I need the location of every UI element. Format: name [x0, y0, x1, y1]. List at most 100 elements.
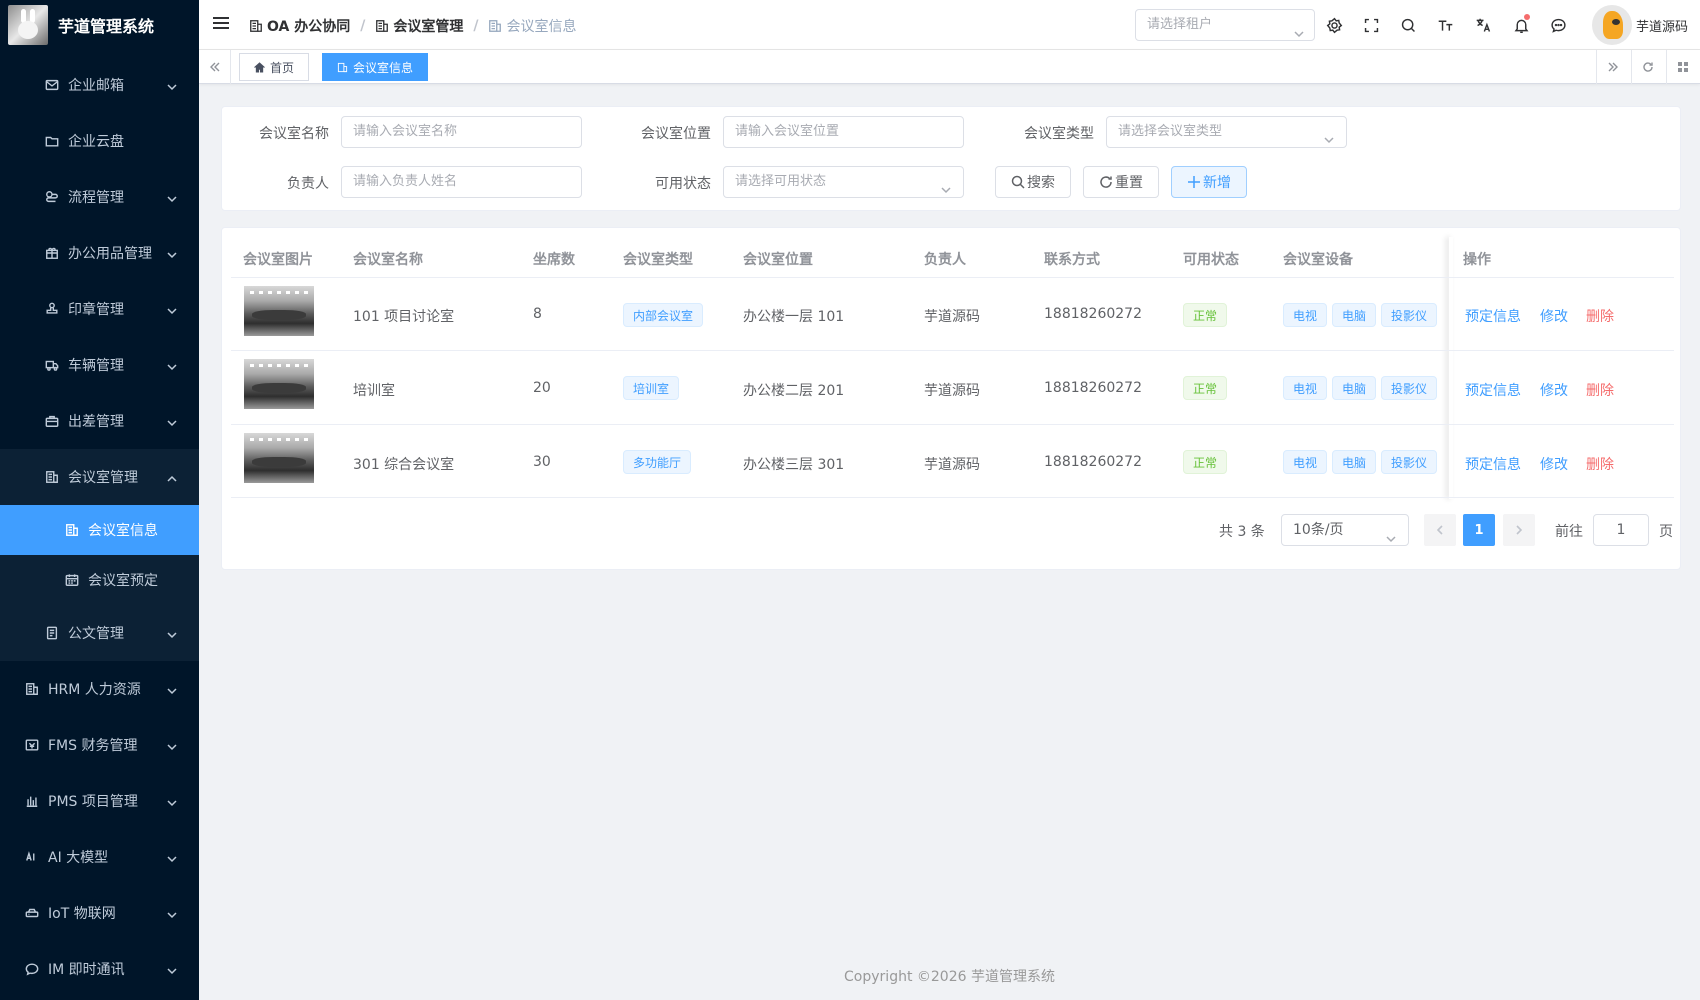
sidebar-item-13[interactable]: PMS 项目管理 — [0, 773, 199, 829]
sidebar-item-16[interactable]: IM 即时通讯 — [0, 941, 199, 997]
header-type: 会议室类型 — [623, 252, 693, 268]
page-size-select[interactable]: 10条/页 — [1281, 514, 1409, 546]
sidebar-item-7[interactable]: 会议室管理 — [0, 449, 199, 505]
meeting-room-image[interactable] — [244, 286, 314, 336]
reserve-info-link[interactable]: 预定信息 — [1465, 380, 1521, 400]
bell-icon[interactable] — [1511, 14, 1531, 35]
translate-icon[interactable] — [1473, 15, 1493, 35]
search-button[interactable]: 搜索 — [995, 166, 1071, 198]
finance-icon — [24, 737, 40, 753]
chat-icon[interactable] — [1548, 15, 1568, 35]
chevron-down-icon — [1324, 127, 1334, 144]
document-icon — [44, 625, 60, 641]
tab-label: 会议室信息 — [353, 60, 414, 75]
delete-link[interactable]: 删除 — [1586, 306, 1614, 326]
chevron-down-icon — [941, 177, 951, 194]
plus-icon — [1188, 176, 1200, 188]
sidebar-item-8[interactable]: 会议室信息 — [0, 505, 199, 555]
device-tag: 电脑 — [1332, 303, 1377, 327]
font-size-icon[interactable] — [1435, 15, 1455, 35]
chevron-down-icon — [167, 360, 177, 371]
avatar[interactable] — [1592, 5, 1632, 45]
breadcrumb-item-oa[interactable]: OA 办公协同 — [249, 16, 350, 36]
search-icon[interactable] — [1398, 15, 1418, 35]
tenant-placeholder: 请选择租户 — [1147, 17, 1213, 32]
breadcrumb-label: 会议室管理 — [393, 19, 464, 35]
search-button-label: 搜索 — [1027, 175, 1055, 191]
sidebar-item-12[interactable]: FMS 财务管理 — [0, 717, 199, 773]
reserve-info-link[interactable]: 预定信息 — [1465, 306, 1521, 326]
sidebar-item-5[interactable]: 车辆管理 — [0, 337, 199, 393]
sidebar-item-1[interactable]: 企业云盘 — [0, 113, 199, 169]
username[interactable]: 芋道源码 — [1636, 16, 1688, 35]
chevron-up-icon — [167, 472, 177, 482]
row-divider — [231, 350, 1674, 351]
chevron-down-icon — [1386, 525, 1396, 543]
sidebar-item-15[interactable]: IoT 物联网 — [0, 885, 199, 941]
device-tag: 投影仪 — [1381, 376, 1438, 400]
header-divider — [231, 277, 1674, 278]
sidebar-item-label: 流程管理 — [68, 190, 124, 206]
row-divider — [231, 424, 1674, 425]
room-manager: 芋道源码 — [924, 457, 980, 473]
edit-link[interactable]: 修改 — [1540, 306, 1568, 326]
hamburger-icon[interactable] — [213, 17, 229, 33]
page-number-button[interactable]: 1 — [1463, 514, 1495, 546]
grid-icon[interactable] — [1666, 50, 1698, 84]
chevron-down-icon — [167, 684, 177, 695]
room-type-tag: 多功能厅 — [623, 450, 692, 474]
breadcrumb: OA 办公协同 / 会议室管理 / 会议室信息 — [249, 16, 576, 36]
goto-page-input[interactable]: 1 — [1593, 514, 1649, 546]
meeting-room-image[interactable] — [244, 433, 314, 483]
sidebar-item-label: 车辆管理 — [68, 358, 124, 374]
breadcrumb-item-meeting[interactable]: 会议室管理 — [375, 16, 463, 36]
meeting-room-image[interactable] — [244, 359, 314, 409]
building-icon — [44, 469, 60, 485]
chevron-down-icon — [167, 852, 177, 863]
chevron-down-icon — [167, 628, 177, 639]
add-button-label: 新增 — [1203, 175, 1231, 191]
fullscreen-icon[interactable] — [1361, 15, 1381, 35]
add-button[interactable]: 新增 — [1171, 166, 1247, 198]
edit-link[interactable]: 修改 — [1540, 454, 1568, 474]
header-actions: 操作 — [1463, 252, 1491, 268]
status-select[interactable]: 请选择可用状态 — [723, 166, 964, 198]
chevron-down-icon — [167, 416, 177, 427]
refresh-icon[interactable] — [1631, 50, 1663, 84]
header-name: 会议室名称 — [353, 252, 423, 268]
sidebar-item-6[interactable]: 出差管理 — [0, 393, 199, 449]
prev-page-button[interactable] — [1424, 514, 1456, 546]
sidebar-item-10[interactable]: 公文管理 — [0, 605, 199, 661]
room-location: 办公楼一层 101 — [743, 309, 845, 325]
sidebar-item-0[interactable]: 企业邮箱 — [0, 57, 199, 113]
location-input[interactable]: 请输入会议室位置 — [723, 116, 964, 148]
logo[interactable]: 芋道管理系统 — [0, 0, 199, 50]
header-devices: 会议室设备 — [1283, 252, 1353, 268]
delete-link[interactable]: 删除 — [1586, 454, 1614, 474]
sidebar-item-11[interactable]: HRM 人力资源 — [0, 661, 199, 717]
manager-input[interactable]: 请输入负责人姓名 — [341, 166, 582, 198]
sidebar-item-14[interactable]: AI 大模型 — [0, 829, 199, 885]
tenant-select[interactable]: 请选择租户 — [1135, 9, 1315, 41]
breadcrumb-item-current: 会议室信息 — [488, 16, 576, 36]
delete-link[interactable]: 删除 — [1586, 380, 1614, 400]
edit-link[interactable]: 修改 — [1540, 380, 1568, 400]
type-select[interactable]: 请选择会议室类型 — [1106, 116, 1347, 148]
sidebar-item-3[interactable]: 办公用品管理 — [0, 225, 199, 281]
tab-meeting-room-info[interactable]: 会议室信息 — [322, 53, 429, 81]
sidebar-item-4[interactable]: 印章管理 — [0, 281, 199, 337]
status-placeholder: 请选择可用状态 — [735, 174, 827, 189]
goto-prefix: 前往 — [1555, 524, 1583, 540]
reserve-info-link[interactable]: 预定信息 — [1465, 454, 1521, 474]
next-page-button[interactable] — [1503, 514, 1535, 546]
scroll-left-icon[interactable] — [199, 50, 231, 84]
header-seats: 坐席数 — [533, 252, 575, 268]
sidebar-item-2[interactable]: 流程管理 — [0, 169, 199, 225]
tab-home[interactable]: 首页 — [239, 53, 310, 81]
sidebar-item-label: IoT 物联网 — [48, 906, 116, 922]
reset-button[interactable]: 重置 — [1083, 166, 1159, 198]
scroll-right-icon[interactable] — [1596, 50, 1628, 84]
name-input[interactable]: 请输入会议室名称 — [341, 116, 582, 148]
sidebar-item-9[interactable]: 会议室预定 — [0, 555, 199, 605]
gear-icon[interactable] — [1324, 15, 1344, 35]
